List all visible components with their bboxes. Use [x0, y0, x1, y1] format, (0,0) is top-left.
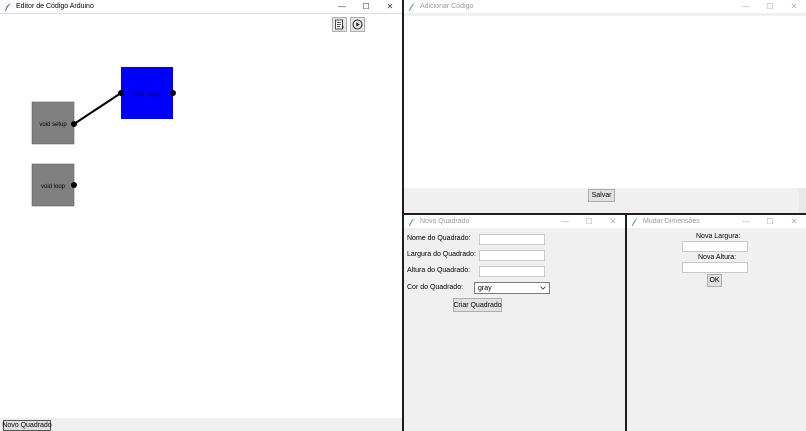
close-button[interactable]: ✕: [378, 0, 402, 13]
square-height-label: Altura do Quadrado:: [407, 267, 471, 274]
editor-titlebar[interactable]: Editor de Código Arduino — ☐ ✕: [0, 0, 402, 14]
editor-window: Editor de Código Arduino — ☐ ✕ void setu…: [0, 0, 402, 431]
minimize-button[interactable]: —: [553, 215, 577, 228]
feather-icon: [632, 217, 638, 226]
chevron-down-icon: [540, 286, 546, 290]
square-height-input[interactable]: [479, 266, 545, 277]
new-square-titlebar[interactable]: Novo Quadrado — ☐ ✕: [404, 215, 625, 228]
add-code-titlebar[interactable]: Adicionar Código — ☐ ✕: [404, 0, 806, 13]
new-square-title: Novo Quadrado: [420, 218, 470, 225]
minimize-button[interactable]: —: [330, 0, 354, 13]
code-text-area[interactable]: [404, 16, 806, 188]
minimize-button[interactable]: —: [734, 215, 758, 228]
status-bar: [0, 418, 402, 431]
close-button[interactable]: ✕: [782, 0, 806, 13]
block-connector-dot[interactable]: [170, 90, 176, 96]
maximize-button[interactable]: ☐: [354, 0, 378, 13]
block-label: void loop: [41, 184, 66, 190]
block-connector-dot[interactable]: [118, 90, 124, 96]
square-width-input[interactable]: [479, 250, 545, 261]
square-name-label: Nome do Quadrado:: [407, 235, 471, 242]
new-square-button[interactable]: Novo Quadrado: [2, 420, 52, 431]
feather-icon: [409, 217, 415, 226]
resize-titlebar[interactable]: Mudar Dimensões — ☐ ✕: [627, 215, 806, 228]
create-square-button[interactable]: Criar Quadrado: [453, 298, 502, 312]
ok-button[interactable]: OK: [707, 274, 722, 287]
block-label: novo_bloco: [134, 92, 160, 98]
feather-icon: [5, 2, 11, 11]
block-connector-dot[interactable]: [71, 182, 77, 188]
maximize-button[interactable]: ☐: [577, 215, 601, 228]
block-void-setup[interactable]: void setup: [31, 101, 75, 145]
editor-title: Editor de Código Arduino: [16, 3, 94, 10]
new-square-window: Novo Quadrado — ☐ ✕ Nome do Quadrado: La…: [404, 215, 625, 431]
add-code-window: Adicionar Código — ☐ ✕ Salvar: [404, 0, 806, 213]
block-connection: [73, 92, 122, 125]
square-color-label: Cor do Quadrado:: [407, 284, 464, 291]
maximize-button[interactable]: ☐: [758, 215, 782, 228]
minimize-button[interactable]: —: [734, 0, 758, 13]
new-height-input[interactable]: [682, 262, 748, 273]
block-novo-bloco[interactable]: novo_bloco: [121, 67, 173, 119]
new-width-label: Nova Largura:: [696, 233, 741, 240]
close-button[interactable]: ✕: [782, 215, 806, 228]
resize-window: Mudar Dimensões — ☐ ✕ Nova Largura: Nova…: [627, 215, 806, 431]
new-height-label: Nova Altura:: [698, 254, 737, 261]
scrollbar[interactable]: [799, 188, 806, 213]
block-canvas[interactable]: void setup void loop novo_bloco: [0, 13, 402, 413]
maximize-button[interactable]: ☐: [758, 0, 782, 13]
save-button[interactable]: Salvar: [588, 189, 615, 202]
feather-icon: [409, 2, 415, 11]
new-width-input[interactable]: [682, 241, 748, 252]
square-name-input[interactable]: [479, 234, 545, 245]
add-code-title: Adicionar Código: [420, 3, 474, 10]
block-connector-dot[interactable]: [71, 121, 77, 127]
resize-title: Mudar Dimensões: [643, 218, 700, 225]
square-color-select[interactable]: gray: [474, 282, 550, 294]
close-button[interactable]: ✕: [601, 215, 625, 228]
square-color-value: gray: [478, 284, 492, 292]
block-label: void setup: [39, 122, 67, 128]
block-void-loop[interactable]: void loop: [31, 163, 75, 207]
square-width-label: Largura do Quadrado:: [407, 251, 476, 258]
